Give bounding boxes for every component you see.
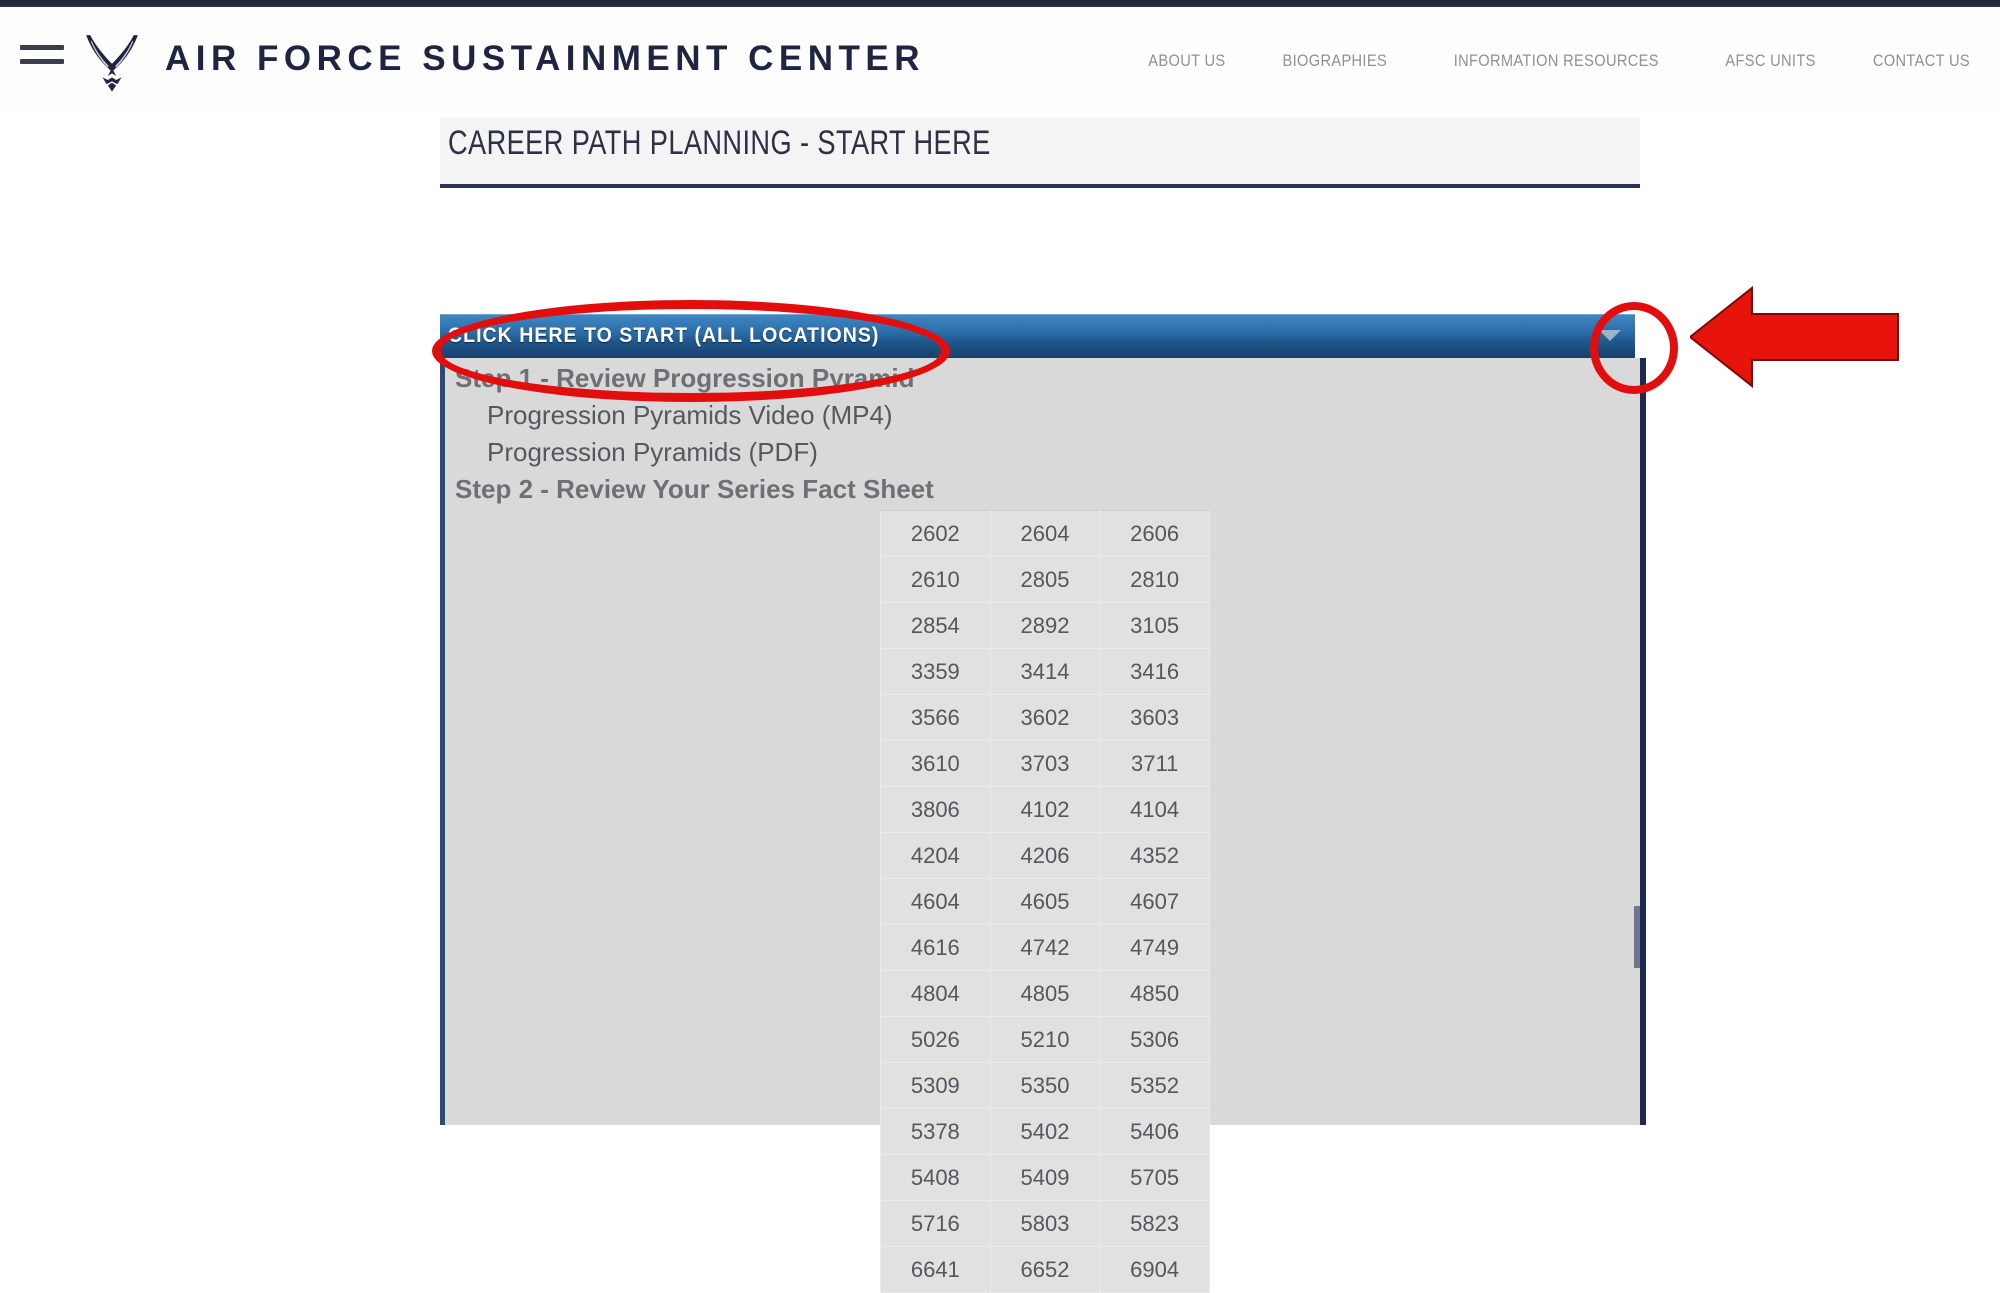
series-code-cell[interactable]: 4805 xyxy=(989,970,1101,1017)
series-table-body: 2602 2604 2606 2610 2805 2810 2854 2892 3105 3359… xyxy=(880,510,1210,1293)
table-row: 4204 4206 4352 xyxy=(880,832,1210,879)
series-code-cell[interactable]: 3566 xyxy=(880,694,991,741)
page-title-bar: CAREER PATH PLANNING - START HERE xyxy=(440,118,1640,188)
table-row: 2854 2892 3105 xyxy=(880,602,1210,649)
accordion-header-label: CLICK HERE TO START (ALL LOCATIONS) xyxy=(448,324,880,347)
series-code-cell[interactable]: 3603 xyxy=(1099,694,1210,741)
series-code-cell[interactable]: 4206 xyxy=(989,832,1101,879)
chevron-down-icon[interactable] xyxy=(1599,330,1621,341)
series-code-cell[interactable]: 5210 xyxy=(989,1016,1101,1063)
step-2-heading: Step 2 - Review Your Series Fact Sheet xyxy=(455,474,934,504)
table-row: 3610 3703 3711 xyxy=(880,740,1210,787)
step-1-heading: Step 1 - Review Progression Pyramid xyxy=(455,363,915,393)
series-code-cell[interactable]: 2610 xyxy=(880,556,991,603)
table-row: 5408 5409 5705 xyxy=(880,1154,1210,1201)
series-code-cell[interactable]: 4749 xyxy=(1099,924,1210,971)
page-root: AIR FORCE SUSTAINMENT CENTER ABOUT US BI… xyxy=(0,0,2000,1293)
series-code-cell[interactable]: 3703 xyxy=(989,740,1101,787)
air-force-wings-logo-icon xyxy=(86,35,138,92)
series-code-cell[interactable]: 4616 xyxy=(880,924,991,971)
series-code-cell[interactable]: 2805 xyxy=(989,556,1101,603)
series-code-cell[interactable]: 5309 xyxy=(880,1062,991,1109)
series-code-cell[interactable]: 4850 xyxy=(1099,970,1210,1017)
series-fact-sheet-table: 2602 2604 2606 2610 2805 2810 2854 2892 3105 3359… xyxy=(880,510,1210,1293)
series-code-cell[interactable]: 4102 xyxy=(989,786,1101,833)
primary-navigation: ABOUT US BIOGRAPHIES INFORMATION RESOURC… xyxy=(1142,51,1978,71)
series-code-cell[interactable]: 5350 xyxy=(989,1062,1101,1109)
series-code-cell[interactable]: 2606 xyxy=(1099,510,1210,557)
series-code-cell[interactable]: 3414 xyxy=(989,648,1101,695)
page-title: CAREER PATH PLANNING - START HERE xyxy=(448,124,991,162)
table-row: 6641 6652 6904 xyxy=(880,1246,1210,1293)
series-code-cell[interactable]: 3105 xyxy=(1099,602,1210,649)
table-row: 4604 4605 4607 xyxy=(880,878,1210,925)
hamburger-line xyxy=(20,59,64,64)
series-code-cell[interactable]: 2602 xyxy=(880,510,991,557)
table-row: 3359 3414 3416 xyxy=(880,648,1210,695)
series-code-cell[interactable]: 4605 xyxy=(989,878,1101,925)
series-code-cell[interactable]: 3359 xyxy=(880,648,991,695)
series-code-cell[interactable]: 2854 xyxy=(880,602,991,649)
table-row: 2610 2805 2810 xyxy=(880,556,1210,603)
series-code-cell[interactable]: 3806 xyxy=(880,786,991,833)
table-row: 4616 4742 4749 xyxy=(880,924,1210,971)
series-code-cell[interactable]: 2892 xyxy=(989,602,1101,649)
series-code-cell[interactable]: 5378 xyxy=(880,1108,991,1155)
nav-item-biographies[interactable]: BIOGRAPHIES xyxy=(1282,51,1387,71)
series-code-cell[interactable]: 5352 xyxy=(1099,1062,1210,1109)
series-code-cell[interactable]: 5803 xyxy=(989,1200,1101,1247)
series-code-cell[interactable]: 4104 xyxy=(1099,786,1210,833)
series-code-cell[interactable]: 2810 xyxy=(1099,556,1210,603)
series-code-cell[interactable]: 2604 xyxy=(989,510,1101,557)
series-code-cell[interactable]: 5402 xyxy=(989,1108,1101,1155)
accordion-body: Step 1 - Review Progression Pyramid Prog… xyxy=(440,358,1646,1293)
series-code-cell[interactable]: 3711 xyxy=(1099,740,1210,787)
site-header: AIR FORCE SUSTAINMENT CENTER ABOUT US BI… xyxy=(0,7,2000,112)
table-row: 3566 3602 3603 xyxy=(880,694,1210,741)
nav-item-about-us[interactable]: ABOUT US xyxy=(1148,51,1225,71)
nav-item-information-resources[interactable]: INFORMATION RESOURCES xyxy=(1454,51,1659,71)
series-code-cell[interactable]: 3602 xyxy=(989,694,1101,741)
hamburger-line xyxy=(20,45,64,50)
series-code-cell[interactable]: 5406 xyxy=(1099,1108,1210,1155)
page-content: CAREER PATH PLANNING - START HERE CLICK … xyxy=(0,110,2000,1293)
table-row: 4804 4805 4850 xyxy=(880,970,1210,1017)
series-code-cell[interactable]: 4804 xyxy=(880,970,991,1017)
series-code-cell[interactable]: 6904 xyxy=(1099,1246,1210,1293)
accordion-header-all-locations[interactable]: CLICK HERE TO START (ALL LOCATIONS) xyxy=(440,314,1635,359)
series-code-cell[interactable]: 4204 xyxy=(880,832,991,879)
table-row: 5026 5210 5306 xyxy=(880,1016,1210,1063)
vertical-scrollbar-thumb[interactable] xyxy=(1634,906,1640,968)
table-row: 5716 5803 5823 xyxy=(880,1200,1210,1247)
series-code-cell[interactable]: 4607 xyxy=(1099,878,1210,925)
site-brand-title: AIR FORCE SUSTAINMENT CENTER xyxy=(165,39,926,78)
series-code-cell[interactable]: 4352 xyxy=(1099,832,1210,879)
table-row: 3806 4102 4104 xyxy=(880,786,1210,833)
annotation-arrow-icon xyxy=(1690,285,1899,389)
top-accent-band xyxy=(0,0,2000,7)
link-progression-pyramids-pdf[interactable]: Progression Pyramids (PDF) xyxy=(487,437,818,468)
nav-item-contact-us[interactable]: CONTACT US xyxy=(1873,51,1970,71)
table-row: 5378 5402 5406 xyxy=(880,1108,1210,1155)
series-code-cell[interactable]: 3610 xyxy=(880,740,991,787)
nav-item-afsc-units[interactable]: AFSC UNITS xyxy=(1725,51,1815,71)
series-code-cell[interactable]: 5408 xyxy=(880,1154,991,1201)
series-code-cell[interactable]: 5026 xyxy=(880,1016,991,1063)
series-code-cell[interactable]: 3416 xyxy=(1099,648,1210,695)
series-code-cell[interactable]: 5705 xyxy=(1099,1154,1210,1201)
hamburger-icon[interactable] xyxy=(20,45,64,75)
series-code-cell[interactable]: 4742 xyxy=(989,924,1101,971)
series-code-cell[interactable]: 5306 xyxy=(1099,1016,1210,1063)
table-row: 5309 5350 5352 xyxy=(880,1062,1210,1109)
link-progression-pyramids-video[interactable]: Progression Pyramids Video (MP4) xyxy=(487,400,893,431)
series-code-cell[interactable]: 6652 xyxy=(989,1246,1101,1293)
series-code-cell[interactable]: 5409 xyxy=(989,1154,1101,1201)
series-code-cell[interactable]: 5823 xyxy=(1099,1200,1210,1247)
table-row: 2602 2604 2606 xyxy=(880,510,1210,557)
series-code-cell[interactable]: 6641 xyxy=(880,1246,991,1293)
series-code-cell[interactable]: 5716 xyxy=(880,1200,991,1247)
series-code-cell[interactable]: 4604 xyxy=(880,878,991,925)
